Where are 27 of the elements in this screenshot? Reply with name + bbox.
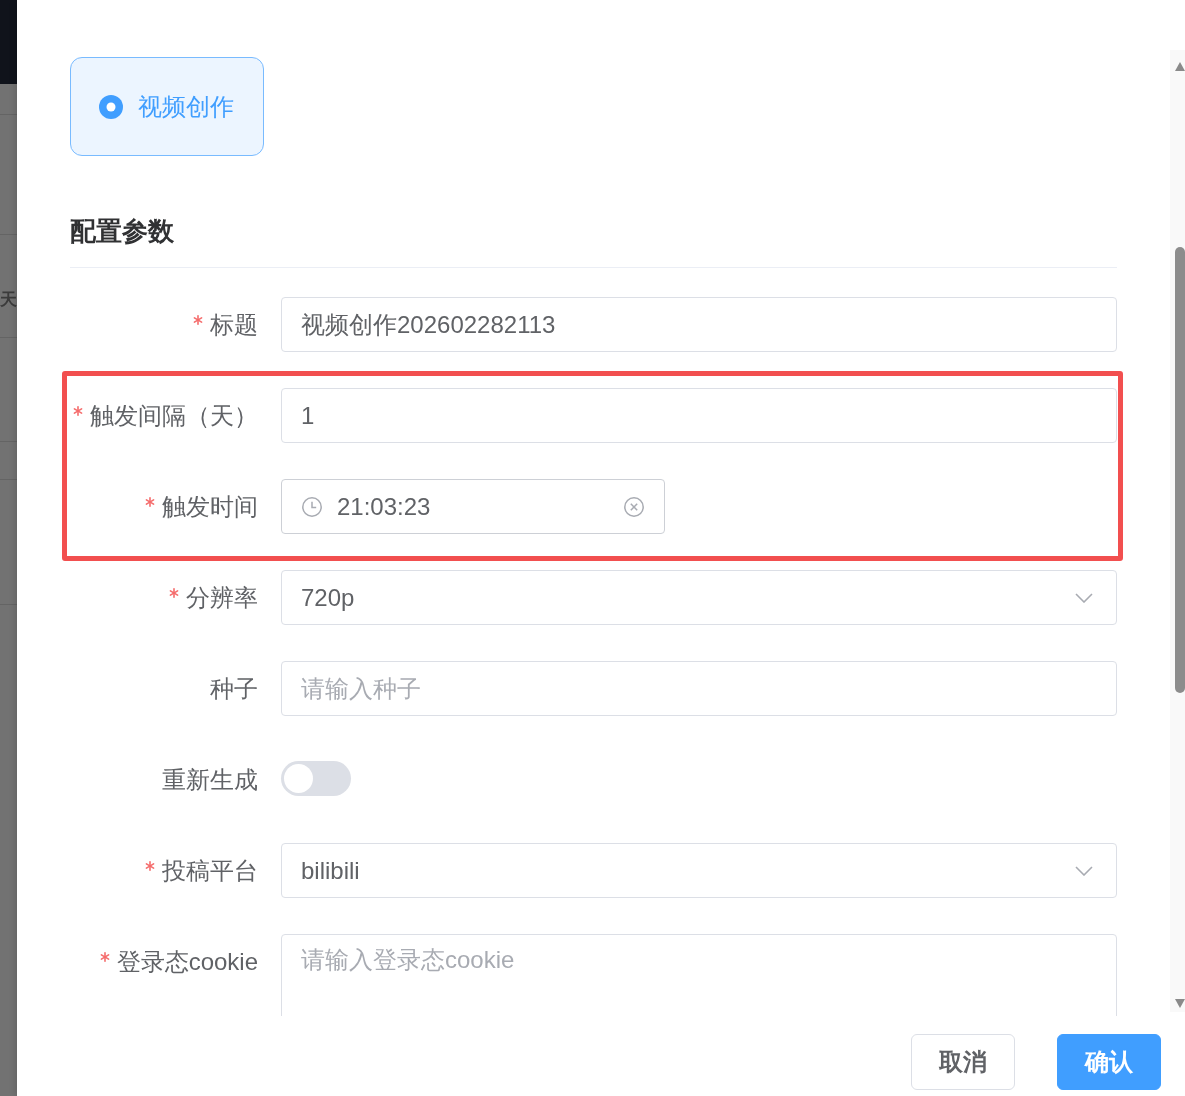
time-picker[interactable]: 21:03:23 [281,479,665,534]
textarea-field[interactable]: 请输入登录态cookie [281,934,1117,1016]
background-text: 天 [0,289,17,311]
select-field[interactable]: 720p [281,570,1117,625]
field-label: 重新生成 [162,764,258,795]
toggle-switch[interactable] [281,761,351,796]
clock-icon [302,496,322,517]
radio-icon [99,94,123,119]
text-input[interactable]: 视频创作202602282113 [281,297,1117,352]
field-label: 分辨率 [186,582,258,613]
section-title: 配置参数 [70,215,175,248]
field-label: 触发间隔（天） [90,400,258,431]
clear-icon[interactable] [624,496,644,517]
scrollbar-thumb[interactable] [1175,247,1185,693]
scroll-down-arrow-icon[interactable] [1175,999,1185,1008]
scroll-up-arrow-icon[interactable] [1175,62,1185,71]
cancel-button[interactable]: 取消 [911,1034,1015,1090]
field-label: 登录态cookie [116,946,258,977]
field-label: 标题 [210,309,258,340]
field-label: 投稿平台 [162,855,258,886]
field-label: 种子 [210,673,258,704]
text-input[interactable]: 请输入种子 [281,661,1117,716]
chevron-down-icon [1075,865,1093,876]
select-field[interactable]: bilibili [281,843,1117,898]
field-label: 触发时间 [162,491,258,522]
chevron-down-icon [1075,592,1093,603]
text-input[interactable]: 1 [281,388,1117,443]
